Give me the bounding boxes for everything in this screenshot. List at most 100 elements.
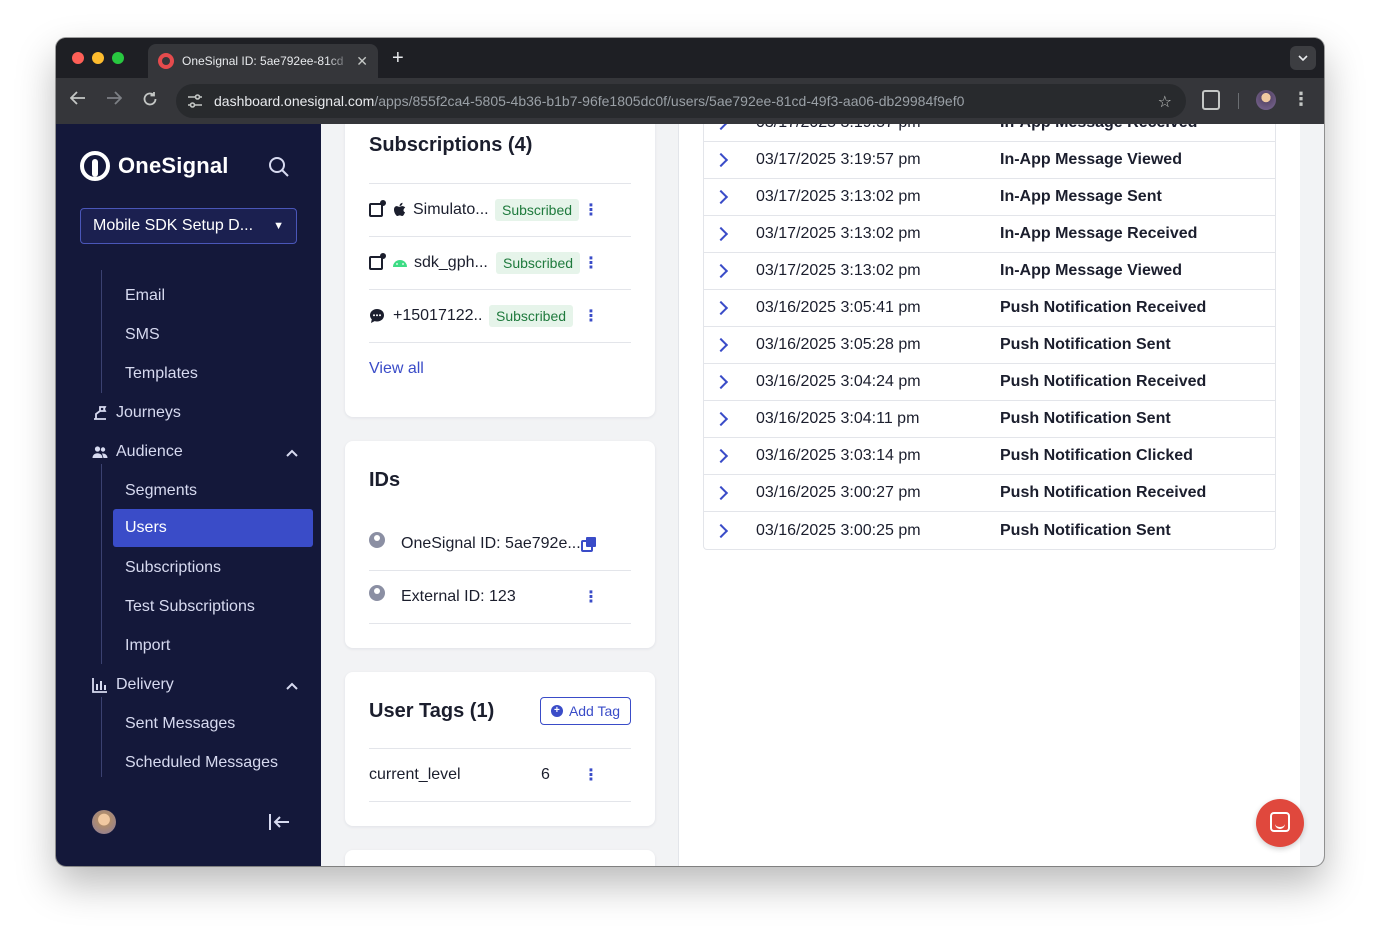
tab-close-icon[interactable]: ✕	[356, 53, 368, 70]
main-content: Subscriptions (4) Simulato... Subscribed…	[321, 124, 1300, 866]
android-icon	[393, 260, 407, 267]
chevron-right-icon[interactable]	[713, 374, 729, 390]
subscription-row[interactable]: +15017122... Subscribed ⋮	[369, 290, 631, 342]
chevron-down-icon	[1298, 55, 1308, 61]
nav-tree-line	[101, 697, 102, 777]
chevron-right-icon[interactable]	[713, 523, 729, 538]
device-icon	[369, 200, 386, 217]
event-row[interactable]: 03/16/2025 3:05:28 pm Push Notification S…	[704, 327, 1275, 364]
chevron-right-icon[interactable]	[713, 226, 729, 242]
tab-search-button[interactable]	[1290, 46, 1316, 70]
event-date: 03/16/2025 3:04:24 pm	[756, 373, 921, 390]
event-row[interactable]: 03/17/2025 3:13:02 pm In-App Message View…	[704, 253, 1275, 290]
subscription-row[interactable]: Simulato... Subscribed ⋮	[369, 184, 631, 236]
sidebar-item-scheduled-messages[interactable]: Scheduled Messages	[125, 754, 278, 772]
chevron-right-icon[interactable]	[713, 485, 729, 501]
maximize-window-button[interactable]	[112, 52, 124, 64]
sidebar-item-audience[interactable]: Audience	[92, 443, 183, 461]
app-selector[interactable]: Mobile SDK Setup D... ▼	[80, 208, 297, 244]
chevron-right-icon[interactable]	[713, 411, 729, 427]
brand-name: OneSignal	[118, 153, 229, 178]
sidebar-item-delivery[interactable]: Delivery	[92, 676, 174, 694]
sidebar-item-subscriptions[interactable]: Subscriptions	[125, 559, 221, 577]
subscription-row[interactable]: sdk_gph... Subscribed ⋮	[369, 237, 631, 289]
extensions-icon[interactable]	[1202, 90, 1220, 110]
profile-avatar[interactable]	[1256, 90, 1276, 110]
event-row[interactable]: 03/17/2025 3:19:57 pm In-App Message Rece…	[704, 124, 1275, 142]
new-tab-button[interactable]: +	[392, 47, 404, 70]
apple-icon	[394, 202, 406, 216]
sidebar-item-users-label: Users	[125, 519, 167, 536]
event-row[interactable]: 03/17/2025 3:19:57 pm In-App Message View…	[704, 142, 1275, 179]
back-arrow-icon[interactable]	[68, 91, 88, 110]
view-all-link[interactable]: View all	[369, 360, 424, 378]
event-row[interactable]: 03/17/2025 3:13:02 pm In-App Message Rece…	[704, 216, 1275, 253]
intercom-chat-button[interactable]	[1256, 799, 1304, 847]
sidebar-item-templates[interactable]: Templates	[125, 365, 198, 383]
search-icon[interactable]	[268, 156, 290, 178]
url-text: dashboard.onesignal.com/apps/855f2ca4-58…	[214, 93, 964, 109]
page-content: OneSignal Mobile SDK Setup D... ▼ Email …	[56, 124, 1324, 866]
forward-arrow-icon[interactable]	[104, 91, 124, 110]
more-options-icon[interactable]: ⋮	[583, 200, 599, 220]
browser-menu-icon[interactable]: ⋮	[1292, 89, 1310, 110]
event-name: Push Notification Clicked	[1000, 447, 1193, 464]
chevron-right-icon[interactable]	[713, 337, 729, 353]
sidebar-item-journeys[interactable]: Journeys	[92, 404, 181, 422]
event-row[interactable]: 03/16/2025 3:04:11 pm Push Notification S…	[704, 401, 1275, 438]
event-row[interactable]: 03/16/2025 3:00:25 pm Push Notification S…	[704, 512, 1275, 549]
sidebar-item-email[interactable]: Email	[125, 287, 165, 305]
more-options-icon[interactable]: ⋮	[583, 306, 599, 326]
onesignal-logo[interactable]: OneSignal	[80, 151, 229, 181]
tag-key: current_level	[369, 766, 461, 783]
collapse-sidebar-icon[interactable]	[268, 812, 290, 838]
event-row[interactable]: 03/16/2025 3:05:41 pm Push Notification R…	[704, 290, 1275, 327]
address-bar[interactable]: dashboard.onesignal.com/apps/855f2ca4-58…	[176, 84, 1186, 118]
sidebar-item-test-subscriptions[interactable]: Test Subscriptions	[125, 598, 255, 616]
bookmark-star-icon[interactable]: ☆	[1158, 92, 1172, 112]
sms-icon	[370, 309, 384, 323]
event-row[interactable]: 03/17/2025 3:13:02 pm In-App Message Sent	[704, 179, 1275, 216]
more-options-icon[interactable]: ⋮	[583, 253, 599, 273]
user-tags-title: User Tags (1)	[369, 700, 495, 722]
tag-value: 6	[541, 766, 550, 783]
more-options-icon[interactable]: ⋮	[583, 765, 599, 785]
add-tag-button[interactable]: + Add Tag	[540, 697, 631, 725]
sidebar-item-sent-messages[interactable]: Sent Messages	[125, 715, 235, 733]
event-row[interactable]: 03/16/2025 3:04:24 pm Push Notification R…	[704, 364, 1275, 401]
subscription-name: +15017122...	[393, 307, 483, 324]
close-window-button[interactable]	[72, 52, 84, 64]
user-avatar[interactable]	[92, 810, 116, 834]
chevron-right-icon[interactable]	[713, 189, 729, 205]
minimize-window-button[interactable]	[92, 52, 104, 64]
chevron-right-icon[interactable]	[713, 152, 729, 168]
reload-icon[interactable]	[140, 91, 160, 112]
tag-row: current_level 6 ⋮	[369, 749, 631, 801]
event-date: 03/16/2025 3:05:28 pm	[756, 336, 921, 353]
sidebar-item-segments[interactable]: Segments	[125, 482, 197, 500]
site-settings-icon[interactable]	[186, 92, 204, 110]
event-date: 03/16/2025 3:03:14 pm	[756, 447, 921, 464]
chevron-up-icon[interactable]	[284, 445, 300, 461]
event-row[interactable]: 03/16/2025 3:03:14 pm Push Notification C…	[704, 438, 1275, 475]
app-selector-label: Mobile SDK Setup D...	[93, 217, 254, 234]
chevron-right-icon[interactable]	[713, 124, 729, 131]
journeys-icon	[92, 405, 108, 421]
event-row[interactable]: 03/16/2025 3:00:27 pm Push Notification R…	[704, 475, 1275, 512]
event-date: 03/17/2025 3:13:02 pm	[756, 225, 921, 242]
chevron-right-icon[interactable]	[713, 448, 729, 464]
chevron-right-icon[interactable]	[713, 300, 729, 316]
browser-tab[interactable]: OneSignal ID: 5ae792ee-81cd ✕	[148, 44, 378, 78]
add-tag-label: Add Tag	[568, 703, 621, 719]
event-name: Push Notification Received	[1000, 373, 1207, 390]
event-name: Push Notification Received	[1000, 484, 1207, 501]
more-options-icon[interactable]: ⋮	[583, 587, 599, 607]
chevron-right-icon[interactable]	[713, 263, 729, 279]
sidebar-item-sms[interactable]: SMS	[125, 326, 160, 344]
chevron-up-icon[interactable]	[284, 678, 300, 694]
copy-icon[interactable]	[581, 536, 597, 552]
subscription-name: Simulato...	[413, 201, 489, 218]
sidebar-item-import[interactable]: Import	[125, 637, 170, 655]
tab-strip: OneSignal ID: 5ae792ee-81cd ✕ +	[56, 38, 1324, 78]
event-date: 03/16/2025 3:00:25 pm	[756, 521, 921, 539]
